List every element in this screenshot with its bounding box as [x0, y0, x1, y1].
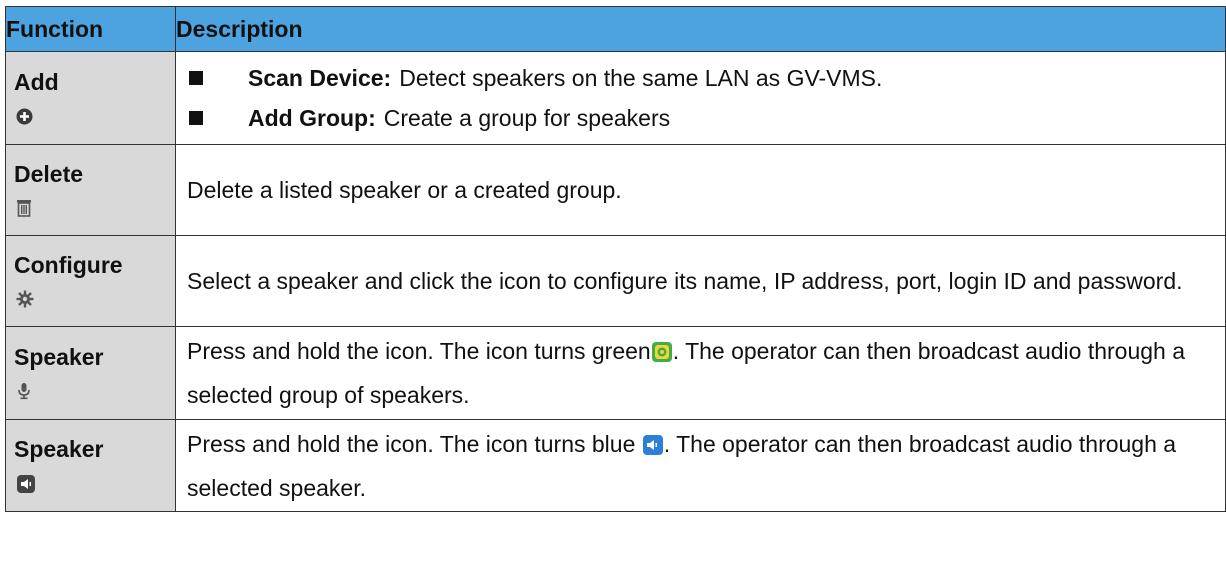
list-item: Add Group: Create a group for speakers — [187, 98, 1217, 138]
description-cell: Select a speaker and click the icon to c… — [175, 235, 1226, 327]
table-row-configure: Configure Select a speaker and click the… — [5, 235, 1226, 327]
item-text: Detect speakers on the same LAN as GV-VM… — [399, 65, 883, 91]
microphone-icon — [16, 382, 32, 405]
function-cell: Speaker — [5, 419, 176, 512]
function-cell: Add — [5, 51, 176, 145]
table-row-speaker-group: Speaker Press and hold the icon. The ico… — [5, 326, 1226, 420]
trash-icon — [16, 199, 32, 222]
description-cell: Delete a listed speaker or a created gro… — [175, 144, 1226, 236]
header-row: Function Description — [5, 6, 1226, 52]
table-row-delete: Delete Delete a listed speaker or a crea… — [5, 144, 1226, 236]
description-text-a: Press and hold the icon. The icon turns … — [187, 430, 642, 457]
bullet-square-icon — [189, 111, 203, 125]
function-cell: Delete — [5, 144, 176, 236]
item-text: Create a group for speakers — [383, 105, 671, 131]
function-table: Function Description Add Scan Device: De… — [5, 6, 1226, 512]
description-text: Select a speaker and click the icon to c… — [187, 268, 1183, 294]
header-description: Description — [175, 6, 1226, 52]
table-row-add: Add Scan Device: Detect speakers on the … — [5, 51, 1226, 145]
item-term: Scan Device: — [248, 65, 392, 91]
green-speaker-icon — [651, 335, 673, 375]
header-function: Function — [5, 6, 176, 52]
bullet-square-icon — [189, 71, 203, 85]
function-name: Delete — [14, 160, 84, 187]
function-cell: Configure — [5, 235, 176, 327]
blue-speaker-icon — [642, 428, 664, 468]
gear-icon — [16, 290, 34, 313]
function-name: Speaker — [14, 436, 104, 462]
description-cell: Press and hold the icon. The icon turns … — [175, 419, 1226, 512]
function-cell: Speaker — [5, 326, 176, 420]
item-term: Add Group: — [248, 105, 376, 131]
description-cell: Scan Device: Detect speakers on the same… — [175, 51, 1226, 145]
description-cell: Press and hold the icon. The icon turns … — [175, 326, 1226, 420]
add-circle-icon — [16, 108, 33, 130]
description-text-a: Press and hold the icon. The icon turns … — [187, 338, 651, 364]
function-name: Configure — [14, 251, 123, 278]
list-item: Scan Device: Detect speakers on the same… — [187, 58, 1217, 98]
loudspeaker-icon — [16, 474, 36, 499]
function-name: Speaker — [14, 343, 104, 370]
table-row-speaker-single: Speaker Press and hold the icon. The ico… — [5, 419, 1226, 512]
description-text: Delete a listed speaker or a created gro… — [187, 177, 622, 203]
function-name: Add — [14, 68, 59, 95]
